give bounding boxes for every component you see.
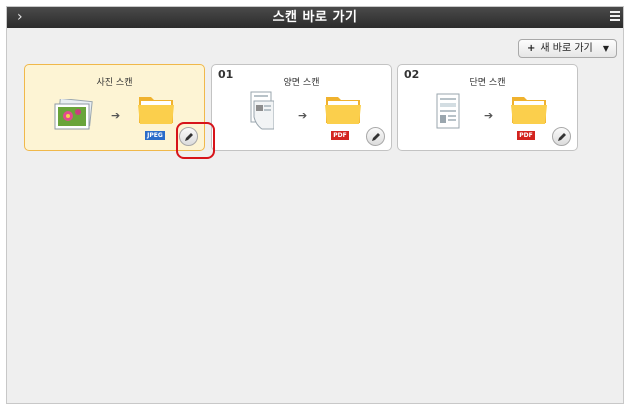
- new-shortcut-button[interactable]: + 새 바로 가기 ▼: [518, 39, 617, 58]
- card-name: 사진 스캔: [96, 78, 133, 88]
- edit-button[interactable]: [366, 127, 385, 146]
- card-name: 양면 스캔: [283, 78, 320, 88]
- folder-icon: [325, 97, 361, 124]
- format-tag: JPEG: [145, 131, 165, 140]
- card-name: 단면 스캔: [469, 78, 506, 88]
- app-window: › 스캔 바로 가기 + 새 바로 가기 ▼ 사진 스캔 ➔ JPEG 01 양…: [6, 6, 624, 404]
- photo-icon: [54, 99, 93, 130]
- dropdown-caret-icon: ▼: [602, 44, 609, 53]
- pencil-icon: [558, 133, 566, 141]
- arrow-icon: ➔: [111, 109, 121, 122]
- menu-icon[interactable]: [609, 9, 621, 25]
- arrow-icon: ➔: [298, 109, 308, 122]
- duplex-document-icon: [250, 91, 274, 130]
- new-shortcut-label: 새 바로 가기: [540, 43, 593, 54]
- window-title: 스캔 바로 가기: [272, 10, 358, 25]
- format-tag: PDF: [517, 131, 535, 140]
- shortcut-card-duplex-scan[interactable]: 01 양면 스캔 ➔ PDF: [211, 64, 392, 151]
- shortcut-card-simplex-scan[interactable]: 02 단면 스캔 ➔ PDF: [397, 64, 578, 151]
- folder-icon: [511, 97, 547, 124]
- folder-icon: [138, 97, 174, 124]
- title-bar: › 스캔 바로 가기: [7, 7, 623, 28]
- plus-icon: +: [527, 43, 536, 54]
- edit-button-highlight: [176, 122, 215, 159]
- format-tag: PDF: [331, 131, 349, 140]
- edit-button[interactable]: [552, 127, 571, 146]
- pencil-icon: [372, 133, 380, 141]
- arrow-icon: ➔: [484, 109, 494, 122]
- document-icon: [436, 93, 460, 129]
